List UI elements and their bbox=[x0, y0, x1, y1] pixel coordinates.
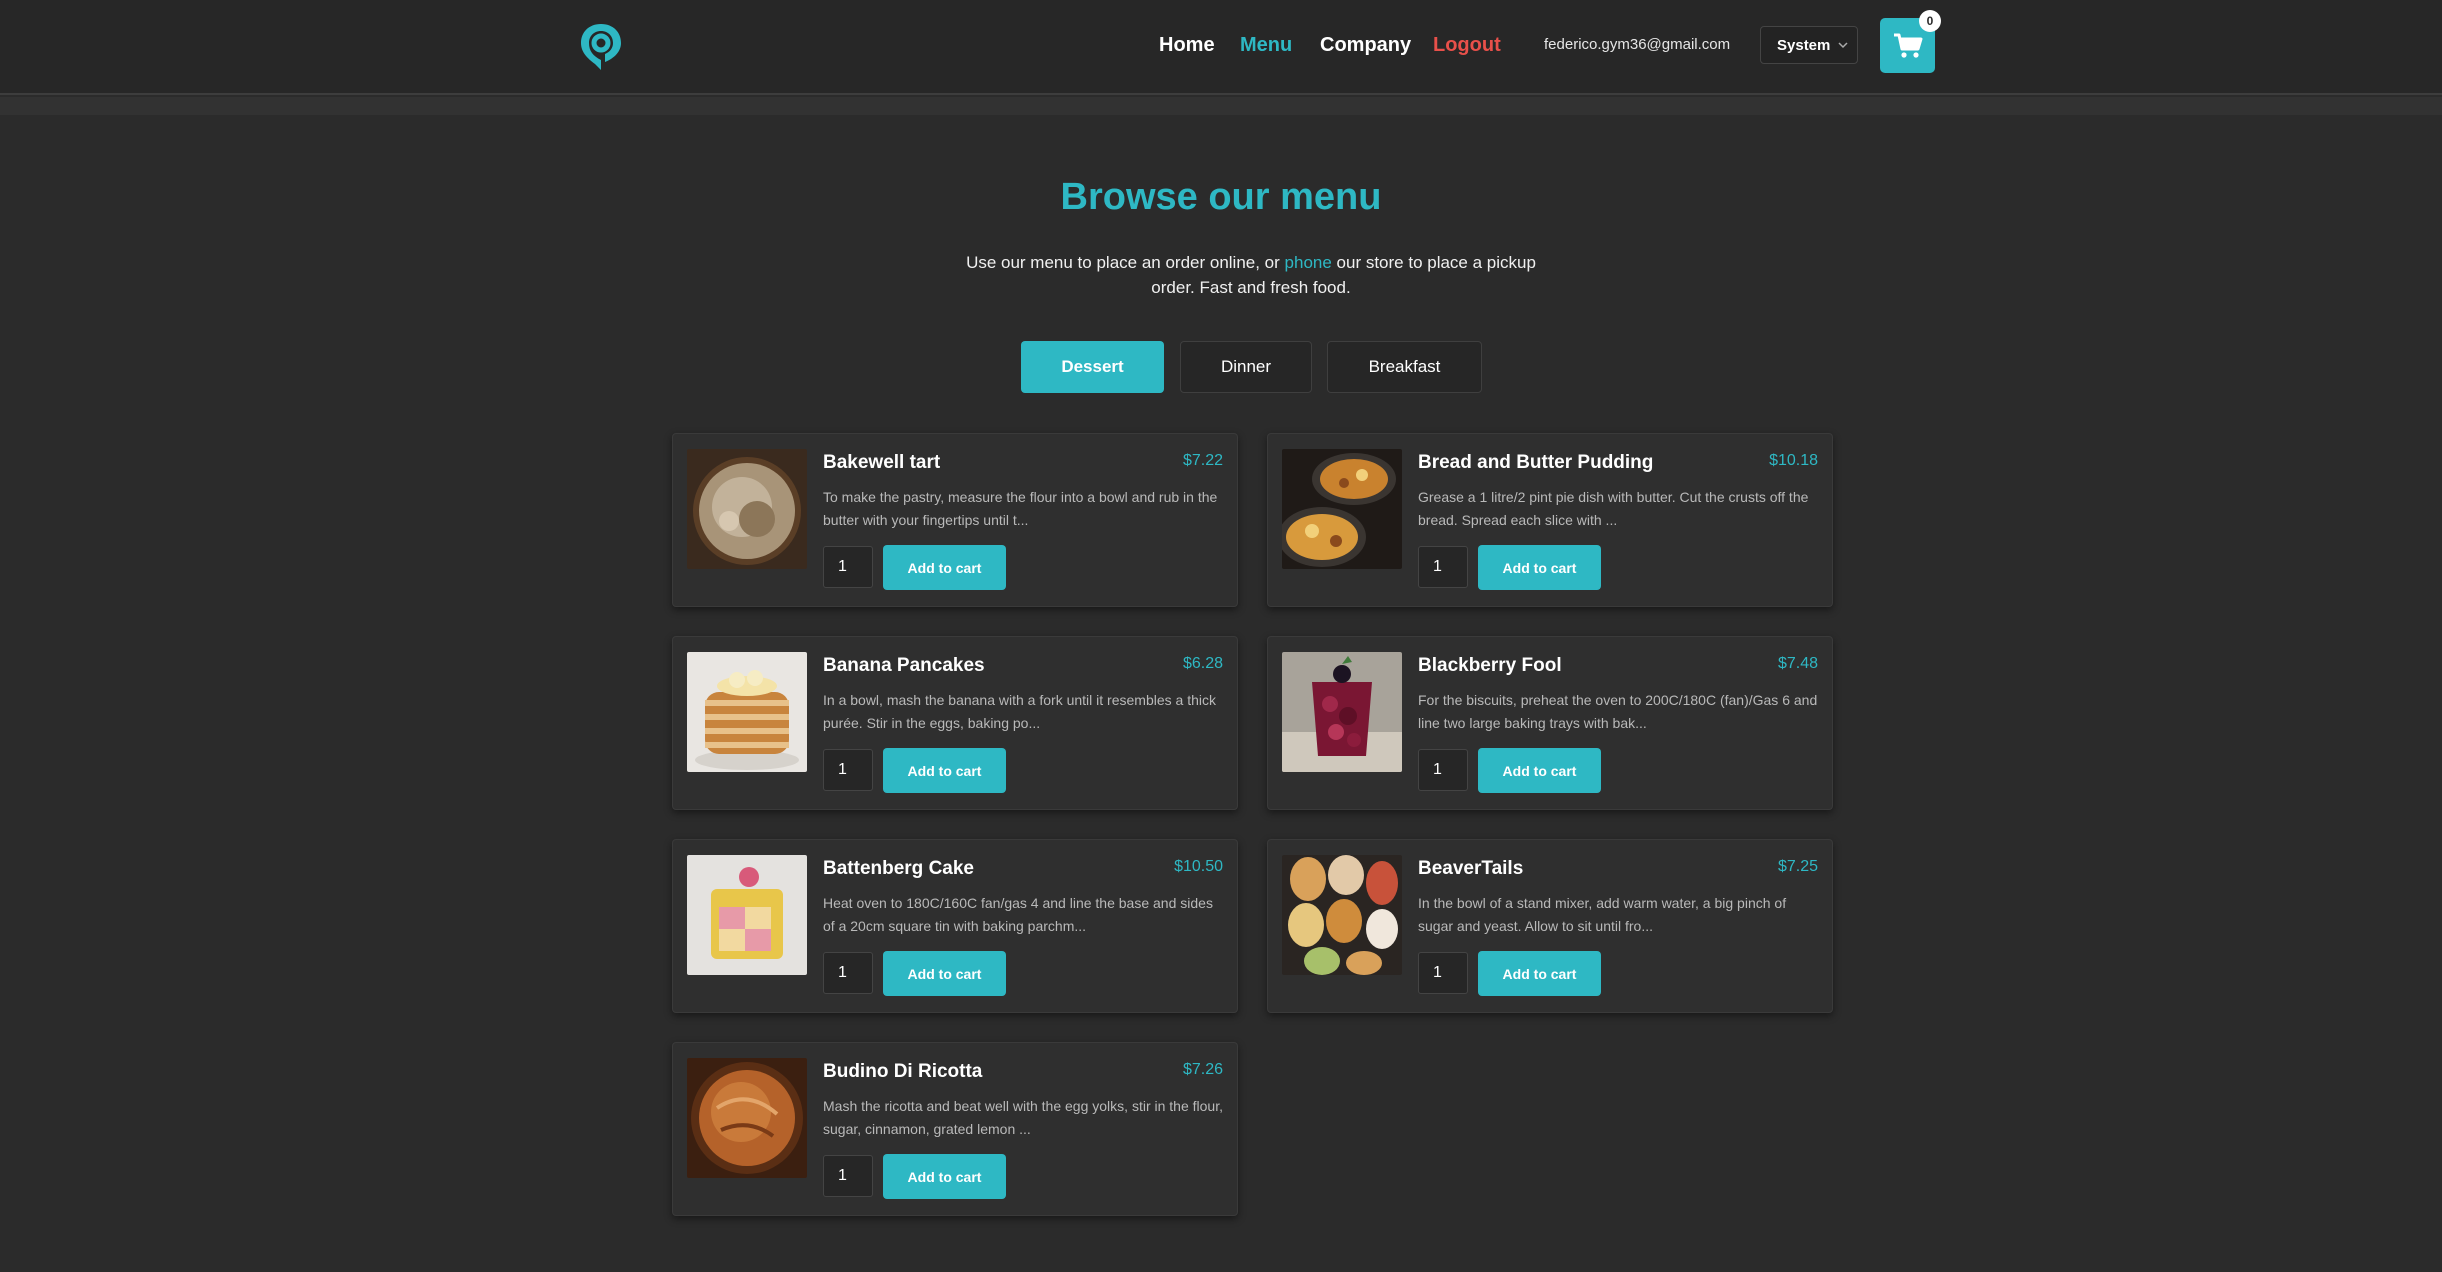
banana-pancakes-image bbox=[687, 652, 807, 772]
item-price: $7.25 bbox=[1777, 858, 1818, 875]
item-price: $7.48 bbox=[1777, 655, 1818, 672]
bakewell-tart-image bbox=[687, 449, 807, 569]
quantity-input[interactable] bbox=[1418, 546, 1468, 588]
item-description: In a bowl, mash the banana with a fork u… bbox=[823, 692, 1216, 731]
theme-select-value: System bbox=[1777, 36, 1831, 54]
header-subbar bbox=[0, 97, 2442, 115]
page-title: Browse our menu bbox=[1060, 176, 1382, 218]
quantity-input[interactable] bbox=[1418, 749, 1468, 791]
bread-butter-pudding-image bbox=[1282, 449, 1402, 569]
quantity-input[interactable] bbox=[823, 546, 873, 588]
item-name: Blackberry Fool bbox=[1418, 655, 1562, 676]
item-price: $10.50 bbox=[1174, 858, 1223, 875]
item-price: $7.26 bbox=[1182, 1061, 1223, 1078]
quantity-input[interactable] bbox=[823, 749, 873, 791]
location-pin-logo-icon[interactable] bbox=[577, 20, 625, 74]
phone-link[interactable]: phone bbox=[1285, 253, 1332, 272]
beavertails-image bbox=[1282, 855, 1402, 975]
hero-text-before: Use our menu to place an order online, o… bbox=[966, 253, 1285, 272]
item-name: Banana Pancakes bbox=[823, 655, 985, 676]
quantity-input[interactable] bbox=[823, 1155, 873, 1197]
user-email: federico.gym36@gmail.com bbox=[1544, 36, 1731, 53]
add-to-cart-button[interactable]: Add to cart bbox=[1478, 951, 1601, 996]
quantity-input[interactable] bbox=[823, 952, 873, 994]
menu-item-card: Banana Pancakes $6.28 In a bowl, mash th… bbox=[672, 636, 1238, 810]
add-to-cart-button[interactable]: Add to cart bbox=[883, 1154, 1006, 1199]
item-name: Bakewell tart bbox=[823, 452, 941, 473]
add-to-cart-button[interactable]: Add to cart bbox=[883, 545, 1006, 590]
add-to-cart-button[interactable]: Add to cart bbox=[1478, 748, 1601, 793]
nav-logout[interactable]: Logout bbox=[1433, 30, 1501, 60]
add-to-cart-button[interactable]: Add to cart bbox=[1478, 545, 1601, 590]
item-price: $7.22 bbox=[1182, 452, 1223, 469]
item-description: For the biscuits, preheat the oven to 20… bbox=[1418, 692, 1818, 731]
item-description: Heat oven to 180C/160C fan/gas 4 and lin… bbox=[823, 895, 1213, 934]
quantity-input[interactable] bbox=[1418, 952, 1468, 994]
menu-item-card: Blackberry Fool $7.48 For the biscuits, … bbox=[1267, 636, 1833, 810]
menu-item-card: Bread and Butter Pudding $10.18 Grease a… bbox=[1267, 433, 1833, 607]
item-description: Grease a 1 litre/2 pint pie dish with bu… bbox=[1418, 489, 1809, 528]
tab-breakfast[interactable]: Breakfast bbox=[1327, 341, 1482, 393]
add-to-cart-button[interactable]: Add to cart bbox=[883, 951, 1006, 996]
hero-description: Use our menu to place an order online, o… bbox=[960, 250, 1542, 300]
chevron-down-icon bbox=[1838, 42, 1848, 49]
item-description: In the bowl of a stand mixer, add warm w… bbox=[1418, 895, 1787, 934]
item-description: Mash the ricotta and beat well with the … bbox=[823, 1098, 1223, 1137]
menu-item-card: BeaverTails $7.25 In the bowl of a stand… bbox=[1267, 839, 1833, 1013]
item-name: Bread and Butter Pudding bbox=[1418, 452, 1654, 473]
tab-dinner[interactable]: Dinner bbox=[1180, 341, 1312, 393]
menu-item-card: Battenberg Cake $10.50 Heat oven to 180C… bbox=[672, 839, 1238, 1013]
menu-item-card: Budino Di Ricotta $7.26 Mash the ricotta… bbox=[672, 1042, 1238, 1216]
budino-di-ricotta-image bbox=[687, 1058, 807, 1178]
blackberry-fool-image bbox=[1282, 652, 1402, 772]
nav-company[interactable]: Company bbox=[1320, 30, 1411, 60]
menu-item-card: Bakewell tart $7.22 To make the pastry, … bbox=[672, 433, 1238, 607]
nav-menu[interactable]: Menu bbox=[1240, 30, 1292, 60]
item-name: BeaverTails bbox=[1418, 858, 1524, 879]
item-name: Battenberg Cake bbox=[823, 858, 974, 879]
theme-select[interactable]: System bbox=[1760, 26, 1858, 64]
cart-icon bbox=[1893, 33, 1922, 58]
nav-home[interactable]: Home bbox=[1159, 30, 1215, 60]
item-description: To make the pastry, measure the flour in… bbox=[823, 489, 1218, 528]
add-to-cart-button[interactable]: Add to cart bbox=[883, 748, 1006, 793]
item-price: $10.18 bbox=[1769, 452, 1818, 469]
item-name: Budino Di Ricotta bbox=[823, 1061, 983, 1082]
site-header bbox=[0, 0, 2442, 95]
item-price: $6.28 bbox=[1182, 655, 1223, 672]
tab-dessert[interactable]: Dessert bbox=[1021, 341, 1164, 393]
cart-count-badge: 0 bbox=[1919, 10, 1941, 32]
battenberg-cake-image bbox=[687, 855, 807, 975]
